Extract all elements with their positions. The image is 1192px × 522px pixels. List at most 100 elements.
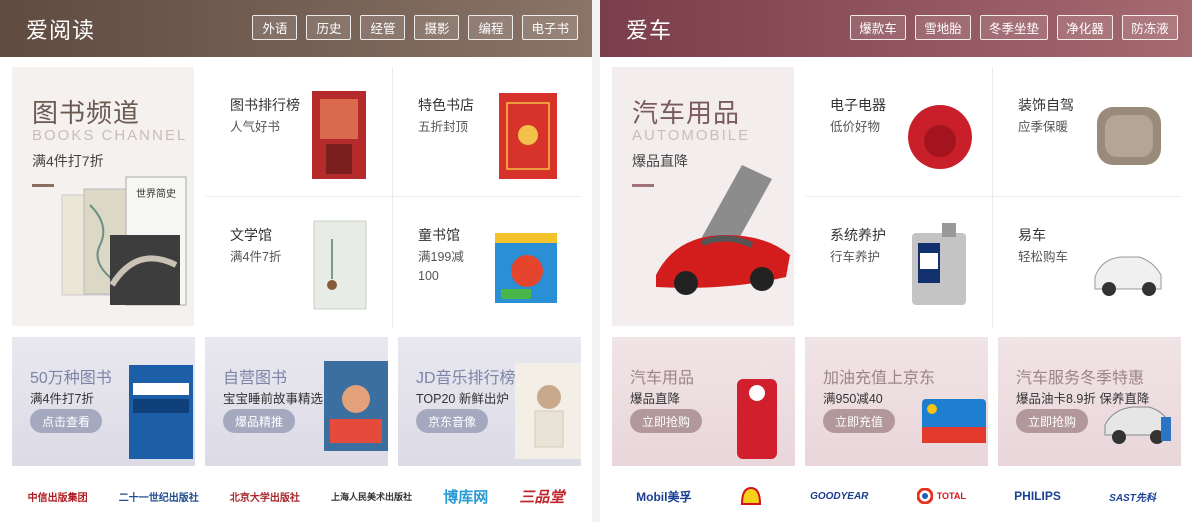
publisher-logos: 中信出版集团 二十一世纪出版社 北京大学出版社 上海人民美术出版社 博库网 三品… <box>12 475 580 517</box>
logo-shanghai-art[interactable]: 上海人民美术出版社 <box>331 490 412 503</box>
cell-yiche[interactable]: 易车 轻松购车 <box>993 197 1181 327</box>
tag-history[interactable]: 历史 <box>306 15 352 40</box>
promo-fuel-recharge[interactable]: 加油充值上京东 满950减40 立即充值 <box>805 337 988 466</box>
book-cover-image <box>495 233 557 303</box>
logo-text: GOODYEAR <box>810 490 869 502</box>
promo-title: JD音乐排行榜 <box>416 370 516 387</box>
tag-business[interactable]: 经管 <box>360 15 406 40</box>
reading-title[interactable]: 爱阅读 <box>26 13 95 45</box>
promo-self-run-books[interactable]: 自营图书 宝宝睡前故事精选 爆品精推 <box>205 337 388 466</box>
tag-antifreeze[interactable]: 防冻液 <box>1122 15 1178 40</box>
promo-button[interactable]: 立即抢购 <box>630 409 703 433</box>
logo-text: 中信出版集团 <box>27 492 88 504</box>
logo-21st-century[interactable]: 二十一世纪出版社 <box>119 489 199 504</box>
logo-total[interactable]: TOTAL <box>916 488 966 504</box>
logo-text: Mobil美孚 <box>636 489 692 504</box>
tag-ebook[interactable]: 电子书 <box>522 15 578 40</box>
promo-desc: 爆品直降 <box>630 392 681 406</box>
logo-text: TOTAL <box>936 491 966 501</box>
logo-sast[interactable]: SAST先科 <box>1109 489 1156 504</box>
promo-button[interactable]: 立即抢购 <box>1016 409 1089 433</box>
tag-foreign-language[interactable]: 外语 <box>252 15 298 40</box>
reading-promos: 50万种图书 满4件打7折 点击查看 自营图书 宝宝睡前故事精选 爆品精推 JD… <box>12 337 581 466</box>
cell-name: 童书馆 <box>418 227 460 243</box>
logo-text: PHILIPS <box>1014 489 1061 503</box>
logo-shell[interactable] <box>740 486 762 506</box>
promo-button[interactable]: 点击查看 <box>30 409 103 433</box>
logo-text: 上海人民美术出版社 <box>331 491 413 502</box>
promo-title: 50万种图书 <box>30 370 112 387</box>
shell-icon <box>740 486 761 505</box>
cell-decoration[interactable]: 装饰自驾 应季保暖 <box>993 67 1181 197</box>
tag-photography[interactable]: 摄影 <box>414 15 460 40</box>
reading-grid: 图书排行榜 人气好书 特色书店 五折封顶 文学馆 满4件7折 童书馆 满199减… <box>205 67 581 327</box>
car-panel: 爱车 爆款车 雪地胎 冬季坐垫 净化器 防冻液 汽车用品 AUTOMOBILE … <box>600 0 1192 522</box>
tag-hot-cars[interactable]: 爆款车 <box>849 15 906 40</box>
cell-maintenance[interactable]: 系统养护 行车养护 <box>805 197 993 327</box>
books-channel-feature[interactable]: 图书频道 BOOKS CHANNEL 满4件打7折 世界简史 <box>12 67 194 326</box>
reading-header: 爱阅读 外语 历史 经管 摄影 编程 电子书 <box>0 0 592 57</box>
book-cover-image <box>129 365 193 459</box>
promo-winter-service[interactable]: 汽车服务冬季特惠 爆品油卡8.9折 保养直降 立即抢购 <box>998 337 1181 466</box>
promo-books[interactable]: 50万种图书 满4件打7折 点击查看 <box>12 337 195 466</box>
cell-book-ranking[interactable]: 图书排行榜 人气好书 <box>205 67 393 197</box>
promo-car-products[interactable]: 汽车用品 爆品直降 立即抢购 <box>612 337 795 466</box>
tag-snow-tires[interactable]: 雪地胎 <box>914 15 971 40</box>
car-title[interactable]: 爱车 <box>626 13 672 45</box>
logo-mobil[interactable]: Mobil美孚 <box>636 488 691 505</box>
feature-bar <box>632 184 654 187</box>
promo-button[interactable]: 立即充值 <box>823 409 896 433</box>
promo-desc: 满4件打7折 <box>30 392 94 406</box>
promo-desc: 宝宝睡前故事精选 <box>223 392 324 406</box>
engine-oil-image <box>912 223 966 305</box>
page: 爱阅读 外语 历史 经管 摄影 编程 电子书 图书频道 BOOKS CHANNE… <box>0 0 1192 522</box>
cell-desc: 五折封顶 <box>418 120 469 134</box>
car-charger-image <box>737 379 777 459</box>
feature-title: 图书频道 <box>32 98 141 128</box>
car-tags: 爆款车 雪地胎 冬季坐垫 净化器 防冻液 <box>849 15 1178 40</box>
car-grid: 电子电器 低价好物 装饰自驾 应季保暖 系统养护 行车养护 易车 轻松购车 <box>805 67 1181 327</box>
total-icon <box>916 488 933 504</box>
cell-literature[interactable]: 文学馆 满4件7折 <box>205 197 393 327</box>
cell-desc: 人气好书 <box>230 120 281 134</box>
cell-desc: 低价好物 <box>830 120 881 134</box>
tag-programming[interactable]: 编程 <box>468 15 514 40</box>
car-service-image <box>1104 406 1171 444</box>
cell-special-bookstore[interactable]: 特色书店 五折封顶 <box>393 67 581 197</box>
logo-bookuu[interactable]: 博库网 <box>443 486 488 507</box>
promo-button[interactable]: 爆品精推 <box>223 409 296 433</box>
tag-winter-seat[interactable]: 冬季坐垫 <box>979 15 1048 40</box>
logo-citic[interactable]: 中信出版集团 <box>28 489 88 504</box>
album-cover-image <box>515 363 581 459</box>
cell-desc: 满4件7折 <box>230 250 282 264</box>
book-cover-image <box>312 91 366 179</box>
automobile-feature[interactable]: 汽车用品 AUTOMOBILE 爆品直降 <box>612 67 794 326</box>
sports-car-image <box>656 165 790 295</box>
book-cover-image <box>313 220 367 310</box>
cell-desc: 行车养护 <box>830 250 881 264</box>
logo-philips[interactable]: PHILIPS <box>1014 489 1061 503</box>
logo-goodyear[interactable]: GOODYEAR <box>810 491 868 502</box>
cell-name: 装饰自驾 <box>1018 97 1074 113</box>
cell-desc: 轻松购车 <box>1018 250 1069 264</box>
logo-text: 北京大学出版社 <box>229 492 300 504</box>
cell-name: 特色书店 <box>418 97 474 113</box>
svg-text:世界简史: 世界简史 <box>136 187 176 200</box>
cell-name: 文学馆 <box>230 227 272 243</box>
promo-button[interactable]: 京东音像 <box>416 409 489 433</box>
cell-children-books[interactable]: 童书馆 满199减100 <box>393 197 581 327</box>
logo-text: SAST先科 <box>1109 492 1156 504</box>
car-promos: 汽车用品 爆品直降 立即抢购 加油充值上京东 满950减40 立即充值 汽车服务… <box>612 337 1181 466</box>
feature-sub: 满4件打7折 <box>32 153 104 169</box>
logo-text: 二十一世纪出版社 <box>118 492 199 504</box>
cell-electronics[interactable]: 电子电器 低价好物 <box>805 67 993 197</box>
logo-sanpintang[interactable]: 三品堂 <box>519 486 564 507</box>
seat-cushion-image <box>1097 107 1161 165</box>
car-header: 爱车 爆款车 雪地胎 冬季坐垫 净化器 防冻液 <box>600 0 1192 57</box>
fuel-card-image <box>922 399 986 443</box>
promo-jd-music[interactable]: JD音乐排行榜 TOP20 新鲜出炉 京东音像 <box>398 337 581 466</box>
tag-purifier[interactable]: 净化器 <box>1057 15 1113 40</box>
logo-pku-press[interactable]: 北京大学出版社 <box>230 489 300 504</box>
cell-name: 电子电器 <box>830 97 886 113</box>
reading-tags: 外语 历史 经管 摄影 编程 电子书 <box>252 15 578 40</box>
